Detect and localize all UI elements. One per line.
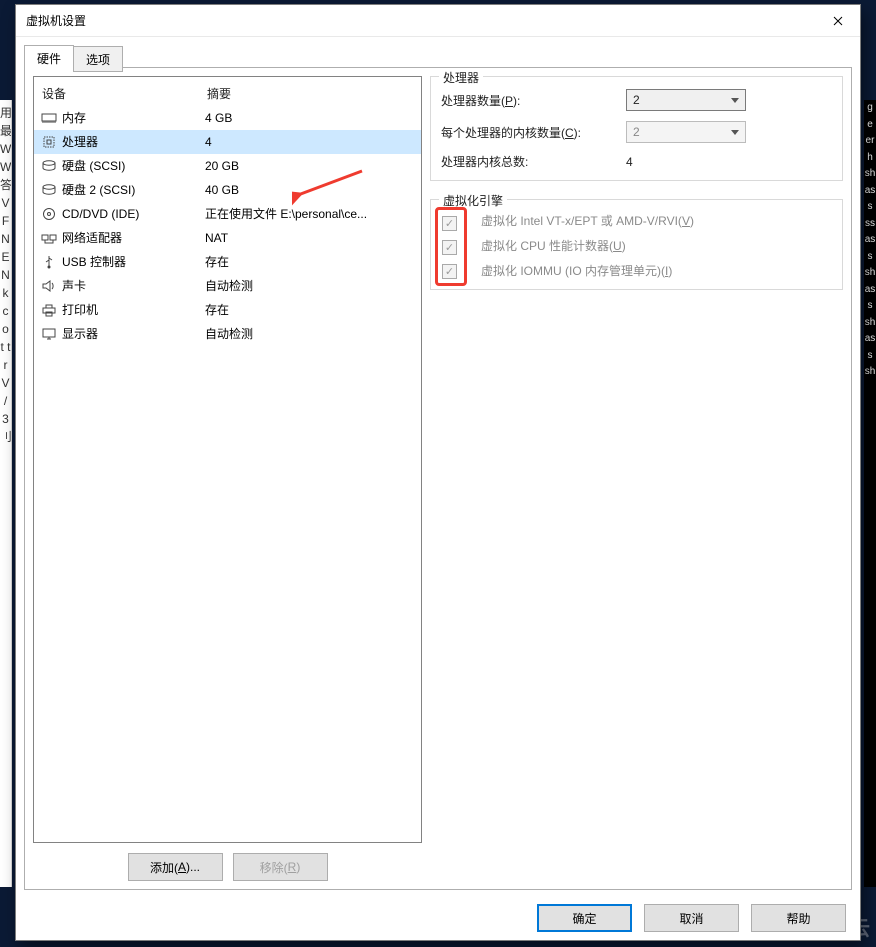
device-row-prn[interactable]: 打印机 存在 bbox=[34, 298, 421, 322]
cores-per-processor-select: 2 bbox=[626, 121, 746, 143]
hdd-icon bbox=[40, 158, 58, 174]
device-summary: 存在 bbox=[205, 300, 415, 320]
device-list-header: 设备 摘要 bbox=[34, 77, 421, 106]
background-left-strip: 用 最 W W 答 V F N E N k c o t t r V / 3 刂 bbox=[0, 100, 12, 887]
device-summary: NAT bbox=[205, 228, 415, 248]
virt-iommu-label: 虚拟化 IOMMU (IO 内存管理单元)(I) bbox=[481, 262, 672, 279]
total-cores-value: 4 bbox=[626, 155, 633, 169]
virtualization-group: 虚拟化引擎 ✓ ✓ ✓ 虚拟化 Int bbox=[430, 199, 843, 290]
right-pane: 处理器 处理器数量(P): 2 每个处理器的内核数量(C): bbox=[430, 68, 851, 889]
add-button[interactable]: 添加(A)... bbox=[128, 853, 223, 881]
device-summary: 20 GB bbox=[205, 156, 415, 176]
device-name: CD/DVD (IDE) bbox=[62, 204, 139, 224]
remove-button[interactable]: 移除(R) bbox=[233, 853, 328, 881]
device-row-snd[interactable]: 声卡 自动检测 bbox=[34, 274, 421, 298]
device-name: 硬盘 (SCSI) bbox=[62, 156, 125, 176]
background-right-strip: g e er h sh as s ss as s sh as s sh as s… bbox=[864, 100, 876, 887]
device-summary: 自动检测 bbox=[205, 276, 415, 296]
vm-settings-dialog: 虚拟机设置 硬件 选项 设备 摘要 内存4 GB处理器4硬盘 (SCSI bbox=[15, 4, 861, 941]
col-summary: 摘要 bbox=[207, 85, 413, 102]
window-title: 虚拟机设置 bbox=[26, 12, 86, 29]
num-processors-select[interactable]: 2 bbox=[626, 89, 746, 111]
total-cores-label: 处理器内核总数: bbox=[441, 153, 626, 170]
device-name: 打印机 bbox=[62, 300, 98, 320]
help-button[interactable]: 帮助 bbox=[751, 904, 846, 932]
usb-icon bbox=[40, 254, 58, 270]
left-pane: 设备 摘要 内存4 GB处理器4硬盘 (SCSI)20 GB硬盘 2 (SCSI… bbox=[25, 68, 430, 889]
tab-options[interactable]: 选项 bbox=[73, 46, 123, 72]
cancel-button[interactable]: 取消 bbox=[644, 904, 739, 932]
printer-icon bbox=[40, 302, 58, 318]
virt-vtx-checkbox: ✓ bbox=[442, 216, 457, 231]
virt-perf-checkbox: ✓ bbox=[442, 240, 457, 255]
device-summary: 正在使用文件 E:\personal\ce... bbox=[205, 204, 415, 224]
device-name: 硬盘 2 (SCSI) bbox=[62, 180, 135, 200]
memory-icon bbox=[40, 110, 58, 126]
cd-icon bbox=[40, 206, 58, 222]
virt-iommu-checkbox: ✓ bbox=[442, 264, 457, 279]
cores-per-processor-label: 每个处理器的内核数量(C): bbox=[441, 124, 626, 141]
device-summary: 存在 bbox=[205, 252, 415, 272]
device-row-usb[interactable]: USB 控制器 存在 bbox=[34, 250, 421, 274]
device-row-cd[interactable]: CD/DVD (IDE) 正在使用文件 E:\personal\ce... bbox=[34, 202, 421, 226]
num-processors-label: 处理器数量(P): bbox=[441, 92, 626, 109]
chevron-down-icon bbox=[731, 98, 739, 103]
cpu-group-title: 处理器 bbox=[439, 69, 483, 86]
device-name: 内存 bbox=[62, 108, 86, 128]
annotation-redbox: ✓ ✓ ✓ bbox=[435, 207, 467, 286]
device-name: 显示器 bbox=[62, 324, 98, 344]
display-icon bbox=[40, 326, 58, 342]
titlebar: 虚拟机设置 bbox=[16, 5, 860, 37]
device-summary: 4 bbox=[205, 132, 415, 152]
device-summary: 40 GB bbox=[205, 180, 415, 200]
device-name: 网络适配器 bbox=[62, 228, 122, 248]
close-button[interactable] bbox=[815, 5, 860, 36]
device-row-hdd1[interactable]: 硬盘 (SCSI) 20 GB bbox=[34, 154, 421, 178]
device-summary: 4 GB bbox=[205, 108, 415, 128]
cpu-group: 处理器 处理器数量(P): 2 每个处理器的内核数量(C): bbox=[430, 76, 843, 181]
cpu-icon bbox=[40, 134, 58, 150]
col-device: 设备 bbox=[42, 85, 207, 102]
device-summary: 自动检测 bbox=[205, 324, 415, 344]
virt-vtx-label: 虚拟化 Intel VT-x/EPT 或 AMD-V/RVI(V) bbox=[481, 212, 694, 229]
network-icon bbox=[40, 230, 58, 246]
ok-button[interactable]: 确定 bbox=[537, 904, 632, 932]
dialog-footer: 确定 取消 帮助 bbox=[16, 904, 860, 932]
device-name: 处理器 bbox=[62, 132, 98, 152]
device-row-net[interactable]: 网络适配器 NAT bbox=[34, 226, 421, 250]
chevron-down-icon bbox=[731, 130, 739, 135]
device-row-dsp[interactable]: 显示器 自动检测 bbox=[34, 322, 421, 346]
tab-content: 设备 摘要 内存4 GB处理器4硬盘 (SCSI)20 GB硬盘 2 (SCSI… bbox=[24, 67, 852, 890]
virt-perf-label: 虚拟化 CPU 性能计数器(U) bbox=[481, 237, 626, 254]
hdd-icon bbox=[40, 182, 58, 198]
device-list[interactable]: 设备 摘要 内存4 GB处理器4硬盘 (SCSI)20 GB硬盘 2 (SCSI… bbox=[33, 76, 422, 843]
device-name: 声卡 bbox=[62, 276, 86, 296]
device-row-hdd2[interactable]: 硬盘 2 (SCSI) 40 GB bbox=[34, 178, 421, 202]
device-name: USB 控制器 bbox=[62, 252, 126, 272]
device-row-cpu[interactable]: 处理器 4 bbox=[34, 130, 421, 154]
device-row-mem[interactable]: 内存 4 GB bbox=[34, 106, 421, 130]
sound-icon bbox=[40, 278, 58, 294]
